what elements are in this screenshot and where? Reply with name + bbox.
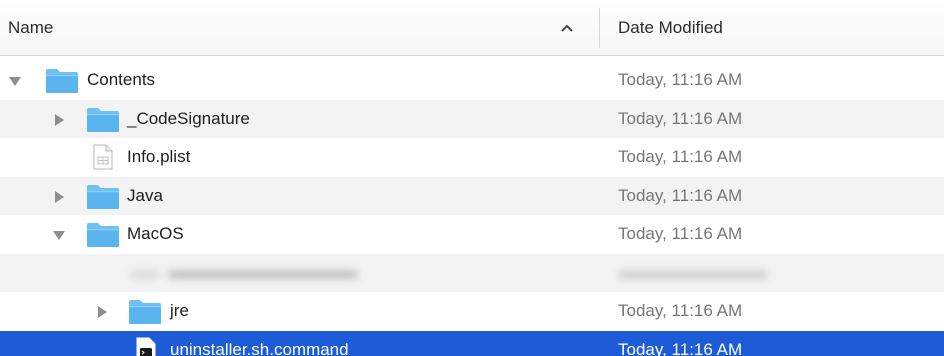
column-header-bar: Name Date Modified <box>0 0 944 56</box>
list-item-jre[interactable]: jre Today, 11:16 AM <box>0 292 944 331</box>
item-date-modified: Today, 11:16 AM <box>618 339 743 356</box>
terminal-executable-icon <box>136 337 156 356</box>
item-date-modified: Today, 11:16 AM <box>618 108 743 128</box>
folder-icon <box>87 223 119 247</box>
chevron-up-icon[interactable] <box>560 22 574 34</box>
item-name: MacOS <box>127 224 184 243</box>
item-name: Java <box>127 185 163 205</box>
disclosure-triangle-right-icon[interactable] <box>52 190 66 204</box>
column-divider[interactable] <box>599 8 600 48</box>
item-date-modified: Today, 11:16 AM <box>618 185 743 205</box>
list-item-uninstaller[interactable]: uninstaller.sh.command Today, 11:16 AM <box>0 330 944 356</box>
date-modified-column-header[interactable]: Date Modified <box>618 0 723 55</box>
list-item-info-plist[interactable]: Info.plist Today, 11:16 AM <box>0 138 944 177</box>
item-date-modified: Today, 11:16 AM <box>618 301 743 320</box>
redacted-icon <box>130 269 160 279</box>
item-date-modified: Today, 11:16 AM <box>618 224 743 243</box>
folder-icon <box>46 69 78 93</box>
disclosure-triangle-right-icon[interactable] <box>95 305 109 319</box>
folder-icon <box>129 300 161 324</box>
file-list: Contents Today, 11:16 AM _CodeSignature … <box>0 61 944 356</box>
item-name: Info.plist <box>127 147 191 166</box>
item-name: uninstaller.sh.command <box>170 339 349 356</box>
list-item-macos[interactable]: MacOS Today, 11:16 AM <box>0 215 944 254</box>
list-item-contents[interactable]: Contents Today, 11:16 AM <box>0 61 944 100</box>
redacted-date <box>618 269 768 279</box>
disclosure-triangle-right-icon[interactable] <box>52 113 66 127</box>
item-name: _CodeSignature <box>127 108 250 128</box>
finder-list-view: Name Date Modified Contents Today, 11:16… <box>0 0 944 356</box>
folder-icon <box>87 184 119 209</box>
folder-icon <box>87 107 119 132</box>
list-item-java[interactable]: Java Today, 11:16 AM <box>0 176 944 215</box>
name-column-header[interactable]: Name <box>8 0 53 55</box>
item-date-modified: Today, 11:16 AM <box>618 70 743 89</box>
item-name: Contents <box>87 70 156 89</box>
redacted-name <box>168 269 358 279</box>
item-date-modified: Today, 11:16 AM <box>618 147 743 166</box>
plist-file-icon <box>93 144 113 170</box>
disclosure-triangle-down-icon[interactable] <box>52 228 66 242</box>
list-item-codesignature[interactable]: _CodeSignature Today, 11:16 AM <box>0 99 944 138</box>
list-item-redacted[interactable] <box>0 253 944 292</box>
item-name: jre <box>170 301 189 320</box>
disclosure-triangle-down-icon[interactable] <box>8 74 22 88</box>
